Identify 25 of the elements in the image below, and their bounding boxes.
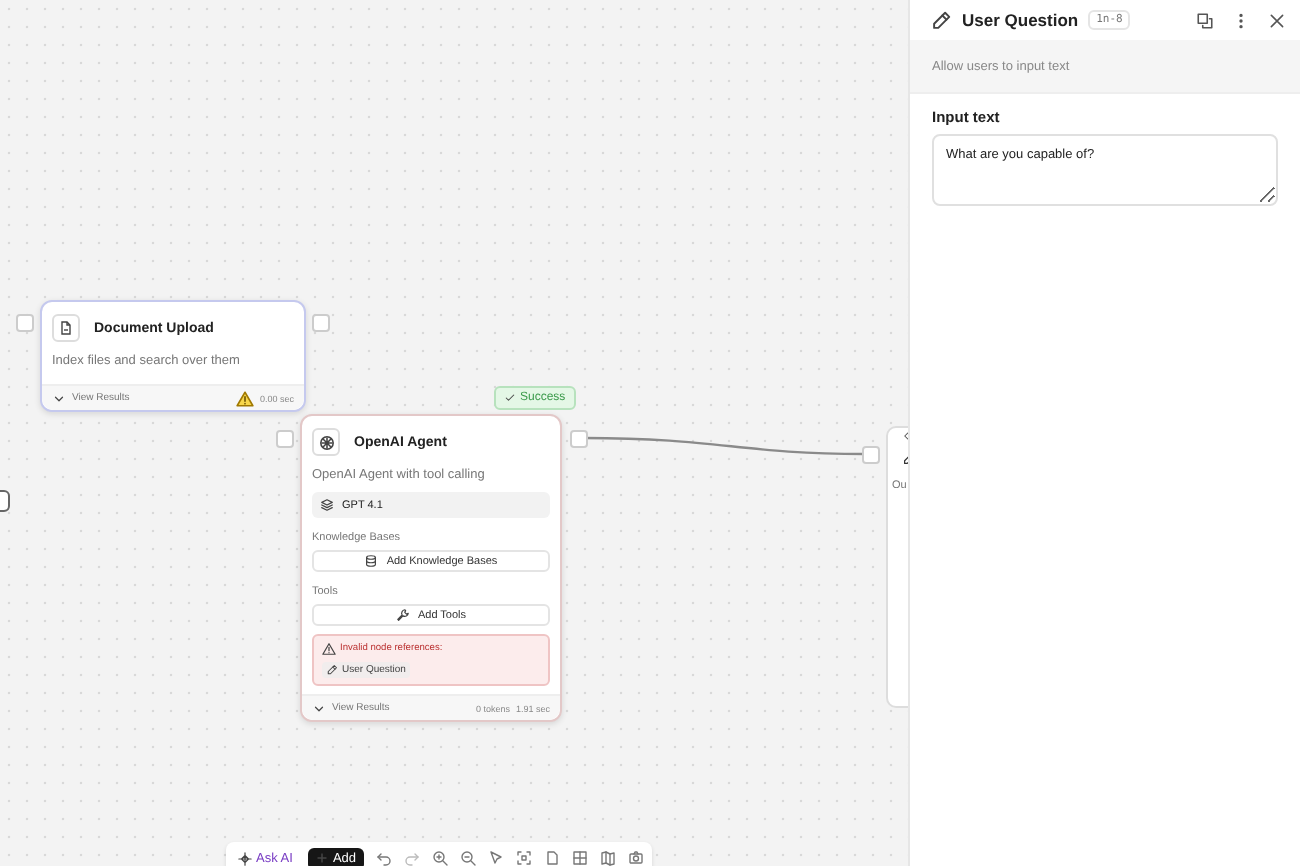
document-icon [52, 314, 80, 342]
zoom-out-icon[interactable] [460, 850, 477, 866]
grid-icon[interactable] [572, 850, 589, 866]
check-icon [504, 392, 516, 404]
alert-icon [322, 642, 336, 656]
pencil-icon [930, 9, 952, 31]
page-icon[interactable] [544, 850, 561, 866]
pointer-icon[interactable] [488, 850, 505, 866]
undo-icon[interactable] [376, 850, 393, 866]
sparkle-icon [238, 851, 252, 865]
pencil-icon [326, 664, 338, 676]
plus-icon [316, 852, 329, 864]
chevron-down-icon [52, 391, 66, 405]
panel-title: User Question [962, 10, 1079, 30]
close-icon[interactable] [1268, 11, 1286, 29]
fit-view-icon[interactable] [516, 850, 533, 866]
chevron-down-icon [312, 701, 326, 715]
zoom-in-icon[interactable] [432, 850, 449, 866]
copy-icon[interactable] [1196, 11, 1214, 29]
map-icon[interactable] [600, 850, 617, 866]
knot-icon [312, 428, 340, 456]
database-icon [364, 554, 379, 568]
camera-icon[interactable] [628, 850, 645, 866]
layers-icon [320, 498, 334, 512]
wrench-icon [395, 608, 410, 622]
